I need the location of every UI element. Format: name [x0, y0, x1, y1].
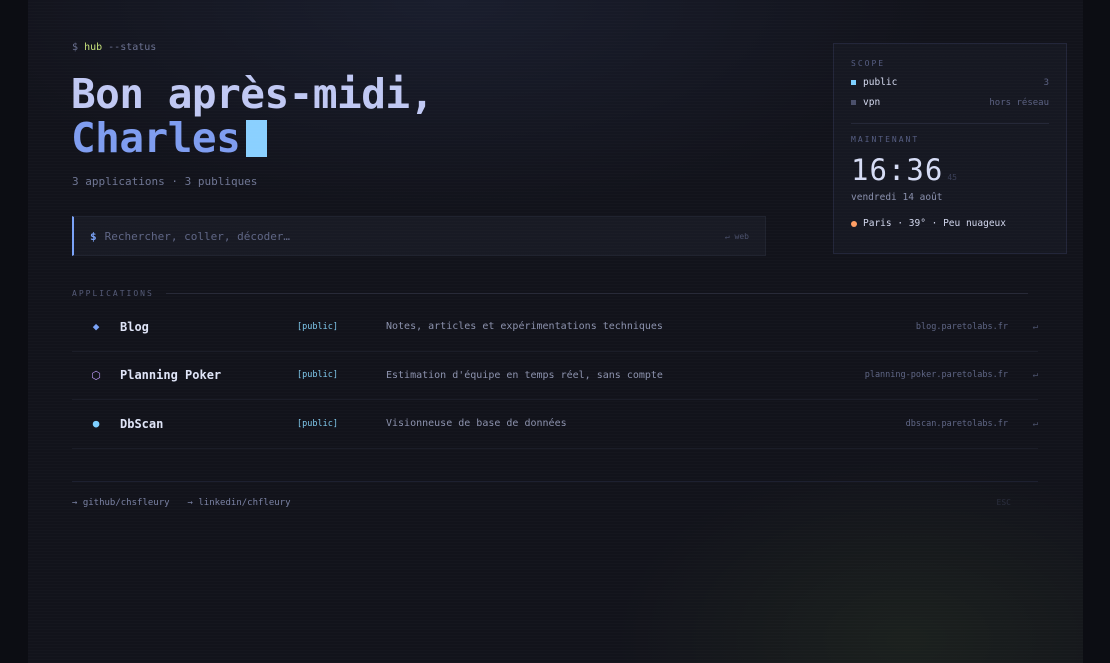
- weather: Paris · 39° · Peu nuageux: [851, 218, 1049, 229]
- github-link[interactable]: → github/chsfleury: [72, 498, 170, 508]
- enter-icon: ↵: [1032, 418, 1038, 429]
- panel-divider: [851, 123, 1049, 124]
- current-date: vendredi 14 août: [851, 192, 943, 203]
- section-divider: [165, 293, 1028, 294]
- app-description: Estimation d'équipe en temps réel, sans …: [386, 369, 663, 381]
- scope-label: SCOPE: [851, 59, 886, 68]
- clock-time: 16:36: [851, 153, 944, 187]
- esc-hint: ESC: [996, 498, 1011, 507]
- visibility-badge: [public]: [297, 321, 338, 332]
- footer-divider: [72, 481, 1038, 482]
- greeting-line: Bon après-midi,: [71, 70, 434, 118]
- app-title: Planning Poker: [120, 368, 222, 383]
- linkedin-link[interactable]: → linkedin/chfleury: [188, 498, 291, 508]
- weather-text: Paris · 39° · Peu nuageux: [863, 218, 1006, 229]
- app-host[interactable]: dbscan.paretolabs.fr: [906, 419, 1008, 429]
- search-hint: ↵ web: [724, 231, 749, 241]
- scope-row-public: public 3: [851, 77, 1049, 88]
- scope-name: vpn: [863, 97, 881, 108]
- search-bar[interactable]: $ ↵ web: [72, 216, 766, 256]
- apps-summary: 3 applications · 3 publiques: [72, 175, 258, 188]
- status-dot-icon: [851, 100, 856, 105]
- greeting: Bon après-midi, Charles: [71, 72, 434, 160]
- scope-name: public: [863, 77, 898, 88]
- status-prompt: $ hub --status: [72, 42, 156, 53]
- applications-header: APPLICATIONS: [72, 289, 1028, 298]
- app-row-blog[interactable]: ◆ Blog [public] Notes, articles et expér…: [72, 303, 1038, 352]
- prompt-flag: --status: [108, 42, 157, 53]
- app-host[interactable]: blog.paretolabs.fr: [916, 322, 1008, 332]
- search-input[interactable]: [104, 229, 725, 243]
- search-prompt-symbol: $: [90, 229, 97, 243]
- circle-icon: ●: [92, 417, 100, 431]
- prompt-command: hub: [84, 42, 103, 53]
- applications-list: ◆ Blog [public] Notes, articles et expér…: [72, 303, 1038, 449]
- greeting-name: Charles: [71, 114, 241, 162]
- status-dot-icon: [851, 80, 856, 85]
- app-title: Blog: [120, 319, 149, 334]
- enter-icon: ↵: [1032, 370, 1038, 381]
- scope-value: hors réseau: [989, 97, 1049, 108]
- visibility-badge: [public]: [297, 418, 338, 429]
- scope-value: 3: [1043, 77, 1049, 88]
- app-description: Notes, articles et expérimentations tech…: [386, 321, 663, 333]
- hexagon-icon: ⬡: [91, 368, 101, 382]
- scope-row-vpn: vpn hors réseau: [851, 97, 1049, 108]
- app-host[interactable]: planning-poker.paretolabs.fr: [865, 370, 1008, 380]
- applications-heading: APPLICATIONS: [72, 289, 154, 298]
- clock: 16:36 45: [851, 153, 1049, 187]
- enter-icon: ↵: [1032, 321, 1038, 332]
- visibility-badge: [public]: [297, 370, 338, 381]
- app-description: Visionneuse de base de données: [386, 418, 567, 430]
- status-panel: SCOPE public 3 vpn hors réseau MAINTENAN…: [833, 43, 1067, 254]
- now-label: MAINTENANT: [851, 135, 920, 144]
- page-frame: $ hub --status Bon après-midi, Charles 3…: [28, 0, 1083, 663]
- app-row-planning-poker[interactable]: ⬡ Planning Poker [public] Estimation d'é…: [72, 352, 1038, 400]
- weather-dot-icon: [851, 220, 857, 227]
- app-row-dbscan[interactable]: ● DbScan [public] Visionneuse de base de…: [72, 400, 1038, 449]
- clock-seconds: 45: [947, 173, 957, 182]
- diamond-icon: ◆: [92, 320, 100, 334]
- prompt-symbol: $: [72, 42, 79, 53]
- cursor-caret: [246, 120, 268, 157]
- app-title: DbScan: [120, 416, 164, 431]
- footer-links: → github/chsfleury → linkedin/chfleury: [72, 498, 291, 508]
